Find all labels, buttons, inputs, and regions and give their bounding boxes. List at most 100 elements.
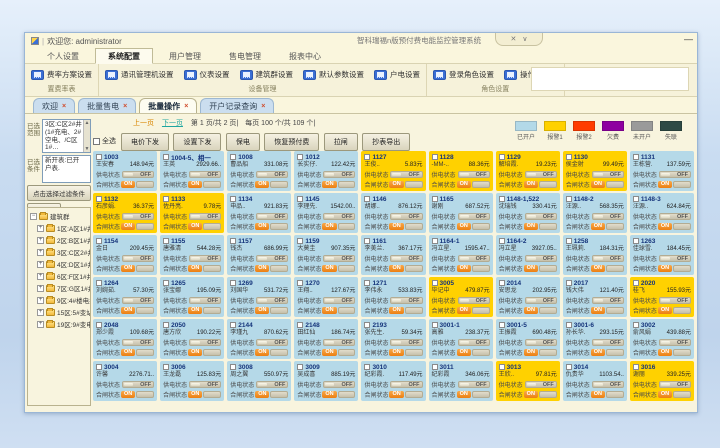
- switch-status-toggle[interactable]: [338, 181, 356, 188]
- meter-card[interactable]: 1132 石彦娟. 36.37元 供电状态 OFF: [93, 193, 157, 233]
- ribbon-button[interactable]: 登录角色设置: [431, 67, 496, 82]
- supply-status-toggle[interactable]: OFF: [323, 255, 355, 262]
- selected-filter-box[interactable]: 新开表:已开户表.: [42, 155, 91, 183]
- switch-status-toggle[interactable]: [673, 391, 691, 398]
- meter-card[interactable]: 3014 仇贵华 1103.54.. 供电状态 OFF: [563, 361, 627, 401]
- switch-status-toggle[interactable]: [539, 181, 557, 188]
- meter-card[interactable]: 2017 钱大伟 121.40元 供电状态 OFF: [563, 277, 627, 317]
- meter-checkbox[interactable]: [432, 364, 438, 370]
- meter-checkbox[interactable]: [96, 196, 102, 202]
- meter-checkbox[interactable]: [633, 364, 639, 370]
- meter-card[interactable]: 1008 曹品船 331.08元 供电状态 OFF: [227, 151, 291, 191]
- scroll-up-icon[interactable]: ▲: [85, 120, 90, 126]
- meter-card[interactable]: 1269 刘国华 531.72元 供电状态 OFF: [227, 277, 291, 317]
- meter-card[interactable]: 3013 王欣.. 97.81元 供电状态 OFF: [496, 361, 560, 401]
- supply-status-toggle[interactable]: OFF: [323, 171, 355, 178]
- meter-checkbox[interactable]: [633, 196, 639, 202]
- meter-checkbox[interactable]: [163, 196, 169, 202]
- tree-item[interactable]: + 3区:C区2#井(1#充: [30, 246, 90, 258]
- ribbon-button[interactable]: 通讯管理机设置: [103, 67, 176, 82]
- supply-status-toggle[interactable]: OFF: [390, 381, 422, 388]
- supply-status-toggle[interactable]: OFF: [189, 339, 221, 346]
- meter-checkbox[interactable]: [432, 322, 438, 328]
- meter-card[interactable]: 1130 侯金射 99.49元 供电状态 OFF: [563, 151, 627, 191]
- meter-checkbox[interactable]: [566, 322, 572, 328]
- meter-card[interactable]: 1258 王珮莉. 184.31元 供电状态 OFF: [563, 235, 627, 275]
- meter-checkbox[interactable]: [96, 154, 102, 160]
- supply-status-toggle[interactable]: OFF: [122, 297, 154, 304]
- switch-status-toggle[interactable]: [405, 265, 423, 272]
- tree-item[interactable]: + 1区:A区1#井: [30, 222, 90, 234]
- switch-status-toggle[interactable]: [136, 391, 154, 398]
- meter-checkbox[interactable]: [566, 238, 572, 244]
- switch-status-toggle[interactable]: [673, 307, 691, 314]
- supply-status-toggle[interactable]: OFF: [458, 213, 490, 220]
- switch-status-toggle[interactable]: [136, 181, 154, 188]
- supply-status-toggle[interactable]: OFF: [592, 255, 624, 262]
- meter-checkbox[interactable]: [633, 322, 639, 328]
- supply-status-toggle[interactable]: OFF: [189, 297, 221, 304]
- menu-tab[interactable]: 用户管理: [157, 49, 213, 63]
- meter-card[interactable]: 3001-5 王振霞 690.48元 供电状态 OFF: [496, 319, 560, 359]
- switch-status-toggle[interactable]: [673, 181, 691, 188]
- supply-status-toggle[interactable]: OFF: [390, 339, 422, 346]
- collapse-icon[interactable]: −: [30, 213, 37, 220]
- supply-status-toggle[interactable]: OFF: [189, 381, 221, 388]
- supply-status-toggle[interactable]: OFF: [189, 213, 221, 220]
- meter-checkbox[interactable]: [499, 364, 505, 370]
- meter-card[interactable]: 2050 唐方欣 190.22元 供电状态 OFF: [160, 319, 224, 359]
- supply-status-toggle[interactable]: OFF: [256, 213, 288, 220]
- select-all-checkbox[interactable]: [93, 138, 100, 145]
- document-tab[interactable]: 欢迎 ×: [33, 98, 75, 113]
- meter-checkbox[interactable]: [230, 154, 236, 160]
- switch-status-toggle[interactable]: [606, 391, 624, 398]
- meter-card[interactable]: 1148-3 汪源.. 624.84元 供电状态 OFF: [630, 193, 694, 233]
- switch-status-toggle[interactable]: [539, 391, 557, 398]
- switch-status-toggle[interactable]: [405, 391, 423, 398]
- meter-card[interactable]: 1159 大莫圭 907.35元 供电状态 OFF: [294, 235, 358, 275]
- tree-item[interactable]: + 15区:5#变站(3#): [30, 306, 90, 318]
- supply-status-toggle[interactable]: OFF: [458, 297, 490, 304]
- expand-icon[interactable]: +: [37, 273, 44, 280]
- meter-card[interactable]: 1129 解培霞. 19.23元 供电状态 OFF: [496, 151, 560, 191]
- supply-status-toggle[interactable]: OFF: [525, 255, 557, 262]
- meter-checkbox[interactable]: [566, 196, 572, 202]
- meter-checkbox[interactable]: [566, 364, 572, 370]
- selected-range-listbox[interactable]: 3区:C区2#井 (1#充电、2#空电、/C区1#… ▲ ▼: [42, 119, 91, 153]
- meter-card[interactable]: 1264 刘婉茹. 57.30元 供电状态 OFF: [93, 277, 157, 317]
- meter-checkbox[interactable]: [297, 196, 303, 202]
- switch-status-toggle[interactable]: [472, 307, 490, 314]
- supply-status-toggle[interactable]: OFF: [189, 255, 221, 262]
- meter-checkbox[interactable]: [297, 154, 303, 160]
- batch-action-button[interactable]: 设置下发: [173, 133, 221, 151]
- notch-close-icon[interactable]: ✕: [511, 35, 517, 43]
- supply-status-toggle[interactable]: OFF: [525, 339, 557, 346]
- meter-checkbox[interactable]: [297, 322, 303, 328]
- meter-checkbox[interactable]: [96, 322, 102, 328]
- meter-checkbox[interactable]: [566, 154, 572, 160]
- supply-status-toggle[interactable]: OFF: [592, 339, 624, 346]
- ribbon-button[interactable]: 仪表设置: [182, 67, 232, 82]
- supply-status-toggle[interactable]: OFF: [592, 171, 624, 178]
- batch-action-button[interactable]: 拉闸: [324, 133, 358, 151]
- tree-item[interactable]: + 7区:G区1#井: [30, 282, 90, 294]
- listbox-scrollbar[interactable]: ▲ ▼: [83, 120, 90, 152]
- switch-status-toggle[interactable]: [203, 223, 221, 230]
- supply-status-toggle[interactable]: OFF: [323, 297, 355, 304]
- supply-status-toggle[interactable]: OFF: [390, 213, 422, 220]
- meter-checkbox[interactable]: [96, 280, 102, 286]
- meter-checkbox[interactable]: [432, 196, 438, 202]
- switch-status-toggle[interactable]: [270, 223, 288, 230]
- meter-card[interactable]: 1134 申品.. 921.83元 供电状态 OFF: [227, 193, 291, 233]
- supply-status-toggle[interactable]: OFF: [122, 255, 154, 262]
- supply-status-toggle[interactable]: OFF: [525, 297, 557, 304]
- supply-status-toggle[interactable]: OFF: [525, 381, 557, 388]
- close-icon[interactable]: ×: [261, 103, 265, 110]
- supply-status-toggle[interactable]: OFF: [256, 255, 288, 262]
- supply-status-toggle[interactable]: OFF: [458, 255, 490, 262]
- meter-card[interactable]: 1012 长实仔. 122.42元 供电状态 OFF: [294, 151, 358, 191]
- meter-card[interactable]: 1127 王俊.. 5.83元 供电状态 OFF: [361, 151, 425, 191]
- switch-status-toggle[interactable]: [606, 349, 624, 356]
- ribbon-collapse-notch[interactable]: ✕ ∨: [495, 33, 543, 46]
- meter-checkbox[interactable]: [566, 280, 572, 286]
